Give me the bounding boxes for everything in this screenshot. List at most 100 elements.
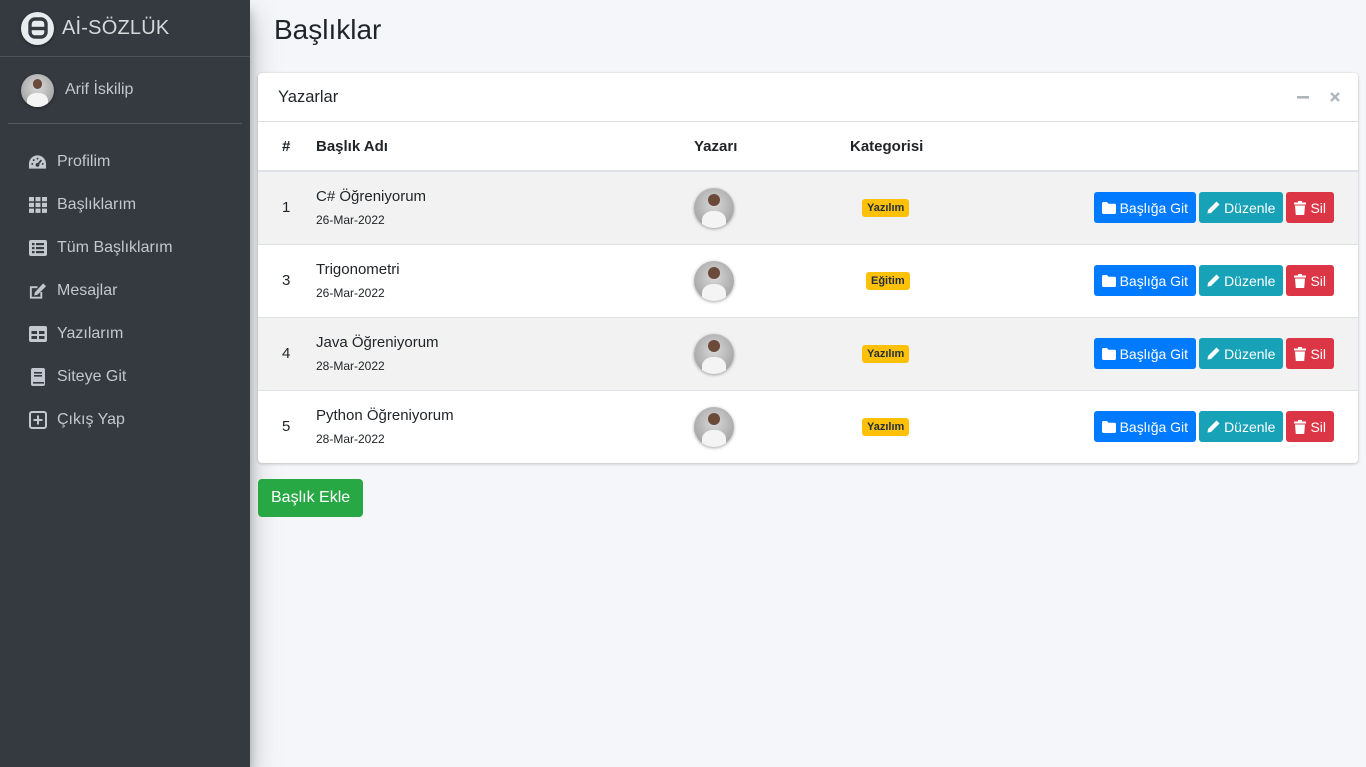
edit-button[interactable]: Düzenle <box>1199 192 1284 224</box>
folder-icon <box>1101 201 1116 214</box>
sidebar-item-mesajlar[interactable]: Mesajlar <box>0 269 250 312</box>
row-actions-cell: Başlığa Git Düzenle Sil <box>1010 171 1358 244</box>
table-row: 1 C# Öğreniyorum 26-Mar-2022 Yazılım Baş… <box>258 171 1358 244</box>
sidebar-item-basliklarim[interactable]: Başlıklarım <box>0 183 250 226</box>
trash-icon <box>1294 200 1307 215</box>
go-to-topic-button[interactable]: Başlığa Git <box>1093 192 1197 224</box>
row-title-cell: C# Öğreniyorum 26-Mar-2022 <box>316 171 694 244</box>
brand-logo-icon <box>21 11 54 45</box>
add-topic-button[interactable]: Başlık Ekle <box>258 479 364 517</box>
edit-button[interactable]: Düzenle <box>1199 338 1284 369</box>
pencil-icon <box>1207 347 1220 360</box>
sidebar-item-label: Tüm Başlıklarım <box>57 238 173 256</box>
edit-button[interactable]: Düzenle <box>1199 265 1284 296</box>
author-avatar <box>694 333 734 374</box>
go-to-topic-label: Başlığa Git <box>1119 199 1189 216</box>
sidebar-item-yazilarim[interactable]: Yazılarım <box>0 312 250 355</box>
close-icon[interactable] <box>1326 88 1344 106</box>
sidebar-item-label: Başlıklarım <box>57 195 137 213</box>
table-row: 3 Trigonometri 26-Mar-2022 Eğitim Başlığ… <box>258 244 1358 317</box>
row-author-cell <box>694 244 850 317</box>
sidebar-item-label: Profilim <box>57 152 111 170</box>
pencil-icon <box>1207 420 1220 433</box>
edit-label: Düzenle <box>1224 418 1276 435</box>
row-number: 4 <box>282 345 291 362</box>
table-row: 4 Java Öğreniyorum 28-Mar-2022 Yazılım B… <box>258 317 1358 390</box>
edit-icon <box>28 281 47 300</box>
row-actions-cell: Başlığa Git Düzenle Sil <box>1010 317 1358 390</box>
row-title: Trigonometri <box>316 261 400 278</box>
user-name: Arif İskilip <box>65 81 134 98</box>
delete-label: Sil <box>1310 272 1326 289</box>
trash-icon <box>1294 273 1307 288</box>
card-tools <box>1294 88 1344 106</box>
row-date: 28-Mar-2022 <box>316 432 385 447</box>
minus-icon[interactable] <box>1294 88 1312 106</box>
row-title: C# Öğreniyorum <box>316 188 427 206</box>
row-title: Python Öğreniyorum <box>316 407 454 425</box>
delete-label: Sil <box>1310 199 1326 216</box>
topics-card: Yazarlar # Başlık Adı Yazarı Kategorisi <box>258 73 1358 463</box>
go-to-topic-button[interactable]: Başlığa Git <box>1093 338 1197 369</box>
card-header: Yazarlar <box>258 73 1358 122</box>
author-avatar <box>694 187 734 228</box>
sidebar-nav: Profilim Başlıklarım Tüm Başlıklarım Mes… <box>0 124 250 441</box>
row-number: 5 <box>282 418 291 436</box>
delete-button[interactable]: Sil <box>1286 411 1334 443</box>
topics-table: # Başlık Adı Yazarı Kategorisi 1 C# Öğre… <box>258 122 1358 463</box>
go-to-topic-button[interactable]: Başlığa Git <box>1093 265 1197 296</box>
book-icon <box>28 367 47 386</box>
row-author-cell <box>694 317 850 390</box>
table-icon <box>28 324 47 343</box>
delete-button[interactable]: Sil <box>1286 265 1334 296</box>
card-title: Yazarlar <box>278 87 339 106</box>
delete-button[interactable]: Sil <box>1286 338 1334 369</box>
column-header-actions <box>1010 122 1358 172</box>
row-actions-cell: Başlığa Git Düzenle Sil <box>1010 244 1358 317</box>
user-panel[interactable]: Arif İskilip <box>8 57 242 124</box>
column-header-number: # <box>258 122 316 172</box>
tachometer-icon <box>28 152 47 171</box>
edit-button[interactable]: Düzenle <box>1199 411 1284 443</box>
content-wrapper: Başlıklar Yazarlar # Başlık Adı Yazarı K… <box>250 0 1366 767</box>
go-to-topic-label: Başlığa Git <box>1119 272 1189 289</box>
sidebar-item-profilim[interactable]: Profilim <box>0 140 250 183</box>
sidebar-item-label: Çıkış Yap <box>57 410 125 428</box>
sidebar-item-tum-basliklarim[interactable]: Tüm Başlıklarım <box>0 226 250 269</box>
go-to-topic-label: Başlığa Git <box>1119 345 1189 362</box>
pencil-icon <box>1207 274 1220 287</box>
brand-name: Aİ-SÖZLÜK <box>62 16 170 39</box>
row-title-cell: Java Öğreniyorum 28-Mar-2022 <box>316 317 694 390</box>
sidebar-item-cikis-yap[interactable]: Çıkış Yap <box>0 398 250 441</box>
column-header-category: Kategorisi <box>850 122 1010 172</box>
table-row: 5 Python Öğreniyorum 28-Mar-2022 Yazılım <box>258 390 1358 463</box>
row-number: 1 <box>282 199 291 217</box>
go-to-topic-button[interactable]: Başlığa Git <box>1093 411 1197 443</box>
edit-label: Düzenle <box>1224 199 1276 216</box>
go-to-topic-label: Başlığa Git <box>1119 418 1189 435</box>
edit-label: Düzenle <box>1224 272 1276 289</box>
category-badge: Eğitim <box>866 272 910 290</box>
row-category-cell: Yazılım <box>850 390 1010 463</box>
row-date: 28-Mar-2022 <box>316 359 385 373</box>
page-title: Başlıklar <box>274 14 382 45</box>
column-header-title: Başlık Adı <box>316 122 694 172</box>
delete-label: Sil <box>1310 418 1326 435</box>
delete-label: Sil <box>1310 345 1326 362</box>
row-date: 26-Mar-2022 <box>316 286 385 300</box>
row-author-cell <box>694 390 850 463</box>
sidebar-item-siteye-git[interactable]: Siteye Git <box>0 355 250 398</box>
sidebar-item-label: Yazılarım <box>57 324 124 342</box>
grid-icon <box>28 195 47 214</box>
column-header-author: Yazarı <box>694 122 850 172</box>
brand-link[interactable]: Aİ-SÖZLÜK <box>0 0 250 57</box>
pencil-icon <box>1207 201 1220 214</box>
list-icon <box>28 238 47 257</box>
author-avatar <box>694 406 734 447</box>
main-sidebar: Aİ-SÖZLÜK Arif İskilip Profilim Başlıkla… <box>0 0 250 767</box>
folder-icon <box>1101 347 1116 360</box>
row-number: 3 <box>282 272 291 289</box>
row-title: Java Öğreniyorum <box>316 334 439 351</box>
delete-button[interactable]: Sil <box>1286 192 1334 224</box>
category-badge: Yazılım <box>862 199 910 218</box>
